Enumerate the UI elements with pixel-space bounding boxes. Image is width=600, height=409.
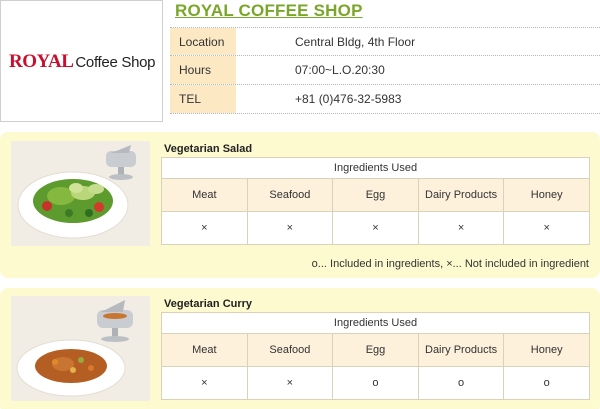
menu-item-title: Vegetarian Salad (164, 143, 253, 155)
ingredient-header: Seafood (246, 333, 334, 367)
ingredients-caption: Ingredients Used (161, 312, 590, 334)
ingredient-header: Meat (161, 178, 248, 212)
logo-brand: ROYAL (9, 51, 74, 72)
ingredients-caption: Ingredients Used (161, 157, 590, 179)
ingredient-value: × (417, 211, 505, 245)
info-row-location: Location Central Bldg, 4th Floor (170, 27, 600, 56)
menu-card-salad: Vegetarian Salad Ingredients Used Meat S… (0, 132, 600, 278)
logo-panel: ROYAL Coffee Shop (0, 0, 163, 122)
info-value: +81 (0)476-32-5983 (295, 92, 402, 106)
ingredient-value: o (417, 366, 505, 400)
info-row-tel: TEL +81 (0)476-32-5983 (170, 85, 600, 114)
info-label: Location (170, 28, 236, 55)
ingredient-header: Seafood (246, 178, 334, 212)
menu-item-title: Vegetarian Curry (164, 298, 253, 310)
ingredient-header: Honey (503, 333, 590, 367)
shop-title-link[interactable]: ROYAL COFFEE SHOP (175, 1, 363, 21)
ingredient-legend: o... Included in ingredients, ×... Not i… (311, 258, 589, 270)
ingredient-header: Egg (332, 178, 419, 212)
ingredient-header: Meat (161, 333, 248, 367)
ingredient-value: × (161, 211, 248, 245)
ingredient-value: × (246, 211, 334, 245)
menu-card-curry: Vegetarian Curry Ingredients Used Meat S… (0, 288, 600, 409)
info-value: Central Bldg, 4th Floor (295, 35, 416, 49)
ingredient-value: o (503, 366, 590, 400)
shop-logo: ROYAL Coffee Shop (9, 51, 156, 73)
ingredient-header: Honey (503, 178, 590, 212)
ingredient-value: × (332, 211, 419, 245)
ingredient-value: o (332, 366, 419, 400)
info-row-hours: Hours 07:00~L.O.20:30 (170, 56, 600, 85)
logo-subtitle: Coffee Shop (75, 54, 156, 71)
curry-photo (11, 296, 150, 401)
ingredients-table: Ingredients Used Meat Seafood Egg Dairy … (161, 157, 590, 245)
ingredient-value: × (246, 366, 334, 400)
info-value: 07:00~L.O.20:30 (295, 63, 385, 77)
ingredient-header: Egg (332, 333, 419, 367)
ingredient-value: × (161, 366, 248, 400)
salad-photo (11, 141, 150, 246)
ingredient-header: Dairy Products (417, 333, 505, 367)
info-label: TEL (170, 85, 236, 113)
shop-info-table: Location Central Bldg, 4th Floor Hours 0… (170, 27, 600, 114)
info-label: Hours (170, 56, 236, 84)
ingredient-header: Dairy Products (417, 178, 505, 212)
ingredients-table: Ingredients Used Meat Seafood Egg Dairy … (161, 312, 590, 400)
ingredient-value: × (503, 211, 590, 245)
